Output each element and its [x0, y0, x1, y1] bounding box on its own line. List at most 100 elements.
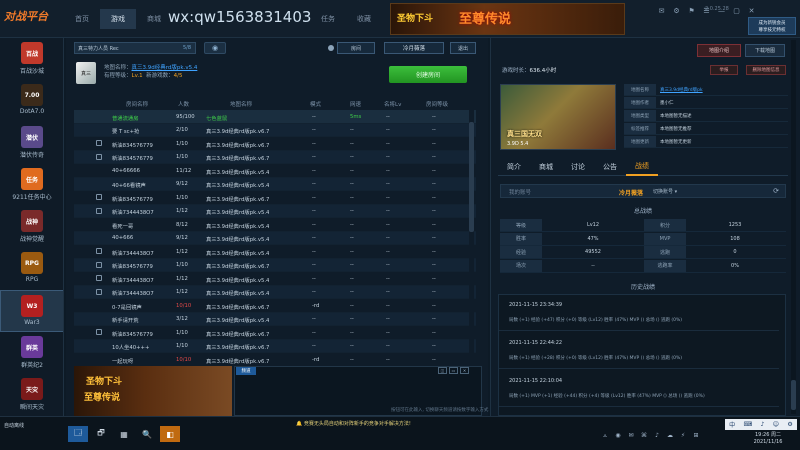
create-room-button[interactable]: 创建房间	[389, 66, 467, 83]
table-row[interactable]: 一起玩呀 10/10 真三3.9d经典rd版pk.v6.7 -rd -- -- --	[74, 353, 476, 365]
ime-voice-icon[interactable]: ♪	[761, 421, 765, 428]
chat-channel-tab[interactable]: 频道	[236, 367, 256, 375]
system-notice[interactable]: 🔔 竞赛无头局自动和对阵新手的竞争对手解决方法!	[296, 420, 446, 430]
offline-status[interactable]: 自动离线	[4, 419, 34, 431]
switch-account-dropdown[interactable]: 切换账号 ▾	[653, 188, 677, 195]
tray-command-icon[interactable]: ⌘	[639, 430, 649, 440]
map-link[interactable]: 真三3.9d经典rd版pk.v5.4	[132, 65, 198, 71]
sidebar-item[interactable]: RPG RPG	[0, 248, 63, 290]
volume-icon[interactable]: ♪	[652, 430, 662, 440]
history-list[interactable]: 2021-11-15 23:34:39 局数 (+1) 经验 (+47) 积分 (…	[498, 294, 786, 416]
table-row[interactable]: 新油834576779 1/10 真三3.9d经典rd版pk.v6.7 -- -- -- -…	[74, 150, 476, 164]
table-row[interactable]: 新油834576779 1/10 真三3.9d经典rd版pk.v6.7 -- -- -- -…	[74, 326, 476, 340]
report-button[interactable]: 举报	[710, 65, 738, 75]
tray-mail-icon[interactable]: ✉	[626, 430, 636, 440]
delete-map-info-button[interactable]: 删除地图信息	[746, 65, 786, 75]
table-row[interactable]: 新油834576779 1/10 真三3.9d经典rd版pk.v6.7 -- -- -- -…	[74, 137, 476, 151]
col-count[interactable]: 人数	[178, 100, 189, 108]
tab-store[interactable]: 商城	[136, 9, 172, 29]
table-row[interactable]: 10人坐40+++ 1/10 真三3.9d经典rd版pk.v6.7 -- -- -- --	[74, 339, 476, 353]
history-entry[interactable]: 2021-11-15 22:10:04 局数 (+1) MVP (+1) 经验 (…	[499, 371, 779, 407]
col-mode[interactable]: 模式	[310, 100, 321, 108]
sidebar-item[interactable]: W3 War3	[0, 290, 63, 332]
col-ping[interactable]: 网速	[350, 100, 361, 108]
search-icon[interactable]: 🔍	[137, 426, 157, 442]
cloud-icon[interactable]: ☁	[665, 430, 675, 440]
sidebar-item[interactable]: 任务 9211任务中心	[0, 164, 63, 206]
download-map-button[interactable]: 下载地图	[745, 44, 785, 57]
table-scrollbar[interactable]	[469, 110, 474, 365]
username-button[interactable]: 冷月薇落	[384, 42, 444, 54]
bottom-ad-banner[interactable]: 圣物下斗 至尊传说	[74, 366, 232, 416]
tab-notice[interactable]: 公告	[594, 158, 626, 176]
table-row[interactable]: 普通流通房 95/100 七色蓝鼠 -- 5ms -- --	[74, 110, 476, 124]
tab-intro[interactable]: 简介	[498, 158, 530, 176]
history-entry[interactable]: 2021-11-15 22:44:22 局数 (+1) 经验 (+28) 积分 (…	[499, 333, 779, 369]
table-row[interactable]: 新油834576779 1/10 真三3.9d经典rd版pk.v6.7 -- -- -- -…	[74, 258, 476, 272]
table-row[interactable]: 要 T sc+抢 2/10 真三3.9d经典rd版pk.v6.7 -- -- -- --	[74, 123, 476, 137]
table-row[interactable]: 新油7344438O7 1/12 真三3.9d经典rd版pk.v5.4 -- -- -- -…	[74, 285, 476, 299]
table-row[interactable]: 0-7是回镜声 10/10 真三3.9d经典rd版pk.v6.7 -rd -- -- --	[74, 299, 476, 313]
ime-emoji-icon[interactable]: ☺	[773, 421, 779, 428]
col-room-name[interactable]: 房间名称	[126, 100, 148, 108]
room-button[interactable]: 房间	[337, 42, 375, 54]
tab-shop[interactable]: 商城	[530, 158, 562, 176]
chat-popout-icon[interactable]: ◫	[438, 367, 447, 374]
ime-keyboard-icon[interactable]: ⌨	[744, 421, 753, 428]
game-app-icon[interactable]: ◧	[160, 426, 180, 442]
chat-close-icon[interactable]: ✕	[460, 367, 469, 374]
col-level[interactable]: 名将Lv	[384, 100, 401, 108]
table-row[interactable]: 新油7344438O7 1/12 真三3.9d经典rd版pk.v5.4 -- -- -- -…	[74, 272, 476, 286]
room-tab[interactable]: 真三特力人员 Rec 5/8	[74, 42, 196, 54]
tab-home[interactable]: 首页	[64, 9, 100, 29]
right-scrollbar[interactable]	[791, 40, 796, 414]
sidebar-item[interactable]: 潜伏 潜伏传奇	[0, 122, 63, 164]
ime-chinese-icon[interactable]: 中	[729, 420, 735, 429]
task-view-icon[interactable]: 🗗	[91, 426, 111, 442]
col-map[interactable]: 地图名称	[230, 100, 252, 108]
map-info-value[interactable]: 真三3.9d经典rd版pk	[660, 87, 703, 93]
vip-promo-button[interactable]: 成为新锐会员 尊享技元特权	[748, 17, 796, 35]
flag-icon[interactable]: ⚑	[685, 5, 698, 16]
tray-app-icon[interactable]: ◉	[613, 430, 623, 440]
exit-button[interactable]: 退出	[450, 42, 476, 54]
table-row[interactable]: 看死一哥 8/12 真三3.9d经典rd版pk.v5.4 -- -- -- --	[74, 218, 476, 232]
sidebar-item[interactable]: 天灾 瞬间天灾	[0, 374, 63, 416]
map-intro-button[interactable]: 地图介绍	[697, 44, 741, 57]
tab-tasks[interactable]: 任务	[310, 9, 346, 29]
grid-icon[interactable]: ▦	[114, 426, 134, 442]
taskbar-clock[interactable]: 19:26 周二 2021/11/16	[740, 432, 796, 446]
scrollbar-thumb[interactable]	[469, 122, 474, 232]
windows-icon[interactable]: ⊞	[691, 430, 701, 440]
tab-record[interactable]: 战绩	[626, 158, 658, 176]
ime-toolbar[interactable]: 中 ⌨ ♪ ☺ ⚙	[725, 419, 797, 430]
table-row[interactable]: 新手请开荒 3/12 真三3.9d经典rd版pk.v5.4 -- -- -- --	[74, 312, 476, 326]
right-scrollbar-thumb[interactable]	[791, 380, 796, 410]
tray-ime-icon[interactable]: ㅅ	[600, 430, 610, 440]
table-row[interactable]: 40+66看镜声 9/12 真三3.9d经典rd版pk.v5.4 -- -- -- --	[74, 177, 476, 191]
sidebar-item[interactable]: 百战 百战沙城	[0, 38, 63, 80]
close-icon[interactable]: ✕	[745, 5, 758, 16]
tab-games[interactable]: 游戏	[100, 9, 136, 29]
mail-icon[interactable]: ✉	[655, 5, 668, 16]
sidebar-item[interactable]: 7.00 DotA7.0	[0, 80, 63, 122]
globe-icon[interactable]: ◉	[204, 42, 226, 54]
history-entry[interactable]: 2021-11-15 23:34:39 局数 (+1) 经验 (+47) 积分 (…	[499, 295, 779, 331]
top-ad-banner[interactable]: 圣物下斗 至尊传说	[390, 3, 625, 35]
col-rank[interactable]: 房间等级	[426, 100, 448, 108]
tab-favorites[interactable]: 收藏	[346, 9, 382, 29]
sidebar-item[interactable]: 群英 群英纪2	[0, 332, 63, 374]
table-row[interactable]: 新油834576779 1/10 真三3.9d经典rd版pk.v6.7 -- -- -- -…	[74, 191, 476, 205]
power-icon[interactable]: ⚡	[678, 430, 688, 440]
settings-icon[interactable]: ⚙	[670, 5, 683, 16]
sidebar-item[interactable]: 战神 战神觉醒	[0, 206, 63, 248]
chat-minimize-icon[interactable]: ▭	[449, 367, 458, 374]
ime-settings-icon[interactable]: ⚙	[787, 421, 792, 428]
refresh-icon[interactable]: ⟳	[773, 187, 779, 195]
table-row[interactable]: 新油7344438O7 1/12 真三3.9d经典rd版pk.v5.4 -- -- -- -…	[74, 245, 476, 259]
history-entry[interactable]: 2021-11-15 21:49:22	[499, 409, 779, 415]
tab-discuss[interactable]: 讨论	[562, 158, 594, 176]
table-row[interactable]: 40+666 9/12 真三3.9d经典rd版pk.v5.4 -- -- -- --	[74, 231, 476, 245]
app-window-icon[interactable]: 🗔	[68, 426, 88, 442]
maximize-icon[interactable]: ▢	[730, 5, 743, 16]
